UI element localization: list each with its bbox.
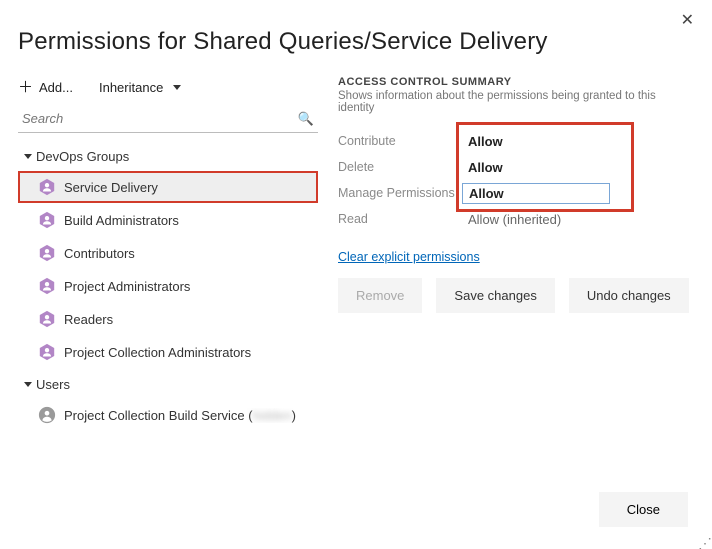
identity-label: Contributors: [64, 246, 135, 261]
permission-label: Read: [338, 212, 462, 226]
group-icon: [38, 277, 56, 295]
permission-row: ContributeAllow: [338, 128, 694, 154]
add-button-label: Add...: [39, 80, 73, 95]
group-icon: [38, 178, 56, 196]
group-icon: [38, 310, 56, 328]
group-header-label: DevOps Groups: [36, 149, 129, 164]
group-icon: [38, 343, 56, 361]
permission-row: ReadAllow (inherited): [338, 206, 694, 232]
search-icon: 🔍: [298, 111, 314, 127]
search-input[interactable]: [18, 105, 318, 132]
acs-subheading: Shows information about the permissions …: [338, 90, 694, 114]
group-header-users[interactable]: Users: [18, 369, 318, 398]
chevron-down-icon: [24, 154, 32, 159]
permission-value[interactable]: Allow: [462, 132, 610, 151]
identity-label: Project Administrators: [64, 279, 190, 294]
permission-label: Delete: [338, 160, 462, 174]
acs-heading: ACCESS CONTROL SUMMARY: [338, 76, 694, 88]
remove-button[interactable]: Remove: [338, 278, 422, 313]
identity-row[interactable]: Build Administrators: [18, 204, 318, 236]
group-icon: [38, 244, 56, 262]
identity-label: Project Collection Build Service (hidden…: [64, 408, 296, 423]
dialog-title: Permissions for Shared Queries/Service D…: [18, 28, 694, 56]
identity-row[interactable]: Contributors: [18, 237, 318, 269]
permission-value[interactable]: Allow (inherited): [462, 210, 610, 229]
clear-explicit-permissions-link[interactable]: Clear explicit permissions: [338, 250, 480, 264]
resize-handle[interactable]: ⋰: [698, 539, 710, 547]
group-header-label: Users: [36, 377, 70, 392]
save-changes-button[interactable]: Save changes: [436, 278, 554, 313]
permission-label: Manage Permissions: [338, 186, 462, 200]
identity-row[interactable]: Project Collection Administrators: [18, 336, 318, 368]
permission-value[interactable]: Allow: [462, 183, 610, 204]
identity-row[interactable]: Project Administrators: [18, 270, 318, 302]
group-icon: [38, 211, 56, 229]
inheritance-label: Inheritance: [99, 80, 163, 95]
identity-label: Project Collection Administrators: [64, 345, 251, 360]
undo-changes-button[interactable]: Undo changes: [569, 278, 689, 313]
group-header-devops[interactable]: DevOps Groups: [18, 141, 318, 170]
close-button[interactable]: Close: [599, 492, 688, 527]
inheritance-dropdown[interactable]: Inheritance: [99, 80, 181, 95]
identity-label: Service Delivery: [64, 180, 158, 195]
permission-label: Contribute: [338, 134, 462, 148]
identity-label: Build Administrators: [64, 213, 179, 228]
add-button[interactable]: ＋ Add...: [18, 80, 73, 95]
close-icon[interactable]: ✕: [681, 10, 694, 30]
permission-row: Manage PermissionsAllow: [338, 180, 694, 206]
identity-row[interactable]: Readers: [18, 303, 318, 335]
identity-label: Readers: [64, 312, 113, 327]
plus-icon: ＋: [18, 80, 33, 95]
identity-row[interactable]: Service Delivery: [18, 171, 318, 203]
permission-row: DeleteAllow: [338, 154, 694, 180]
permission-value[interactable]: Allow: [462, 158, 610, 177]
user-icon: [38, 406, 56, 424]
identity-row[interactable]: Project Collection Build Service (hidden…: [18, 399, 318, 431]
chevron-down-icon: [24, 382, 32, 387]
chevron-down-icon: [173, 85, 181, 90]
